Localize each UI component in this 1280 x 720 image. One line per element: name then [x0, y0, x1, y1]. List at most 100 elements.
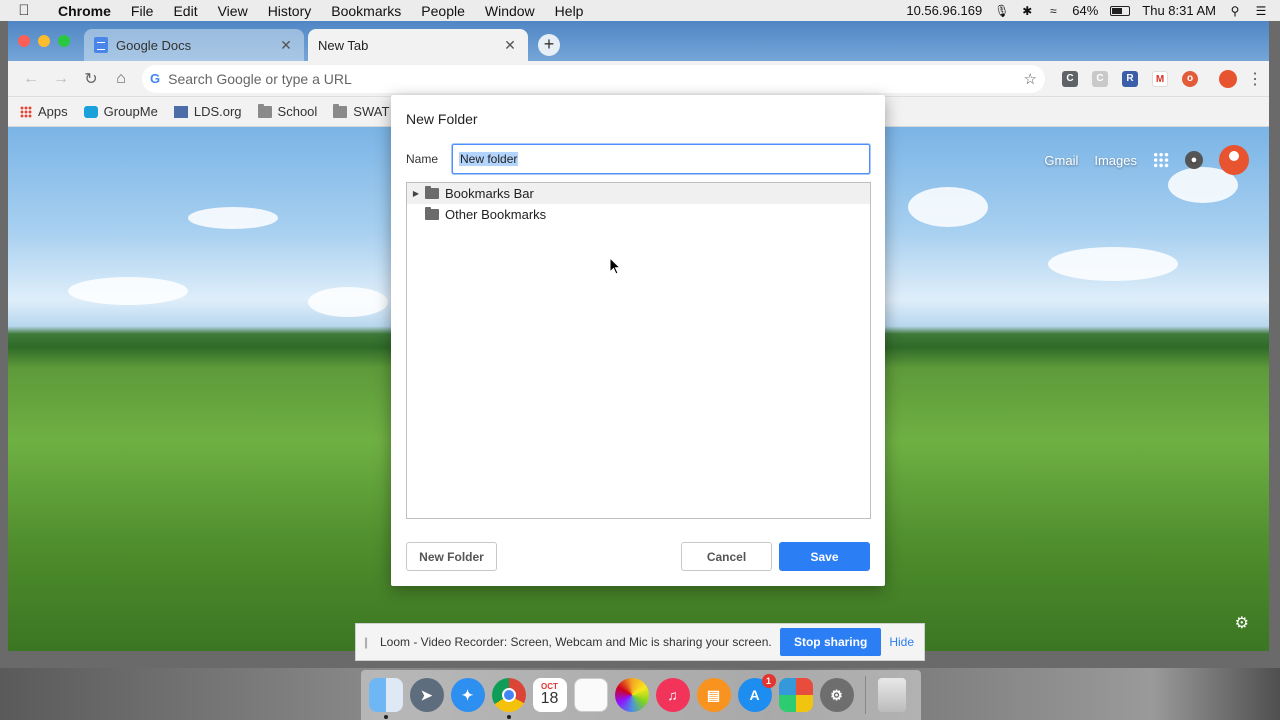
menu-people[interactable]: People [411, 3, 475, 19]
safari-icon[interactable]: ✦ [450, 678, 485, 712]
google-docs-icon [94, 37, 108, 53]
close-tab-icon[interactable]: ✕ [278, 37, 294, 54]
minimize-window-button[interactable] [38, 35, 50, 47]
bookmark-label: SWAT [353, 104, 390, 119]
ibooks-icon[interactable]: ▤ [696, 678, 731, 712]
account-avatar[interactable] [1219, 145, 1249, 175]
menu-window[interactable]: Window [475, 3, 545, 19]
tab-new-tab[interactable]: New Tab ✕ [308, 29, 528, 61]
gmail-extension-icon[interactable]: M [1152, 70, 1168, 87]
tab-strip: Google Docs ✕ New Tab ✕ + [8, 21, 1269, 61]
groupme-icon [83, 105, 98, 118]
system-preferences-icon[interactable]: ⚙ [819, 678, 854, 712]
folder-tree: ▶ Bookmarks Bar Other Bookmarks [406, 182, 871, 519]
chrome-dock-icon[interactable] [491, 678, 526, 719]
tree-item-other-bookmarks[interactable]: Other Bookmarks [407, 204, 870, 225]
bookmark-star-icon[interactable]: ☆ [1024, 70, 1037, 88]
extension-reader-icon[interactable]: R [1122, 70, 1138, 87]
save-button[interactable]: Save [779, 542, 870, 571]
battery-icon[interactable] [1110, 5, 1131, 16]
background-cloud [908, 187, 988, 227]
trash-icon[interactable] [877, 678, 906, 712]
finder-icon[interactable] [368, 678, 403, 719]
bookmark-label: School [277, 104, 318, 119]
menu-help[interactable]: Help [545, 3, 594, 19]
customize-gear-icon[interactable]: ⚙ [1235, 613, 1249, 633]
forward-icon[interactable]: → [46, 70, 76, 88]
app-store-badge: 1 [761, 674, 776, 688]
calendar-icon[interactable]: OCT 18 [532, 678, 567, 712]
battery-percent[interactable]: 64% [1072, 3, 1098, 18]
macos-dock: ➤ ✦ OCT 18 ♫ ▤ A1 ⚙ [361, 670, 921, 720]
background-cloud [1048, 247, 1178, 281]
tab-title: Google Docs [116, 37, 192, 53]
window-controls [18, 35, 70, 47]
menu-file[interactable]: File [121, 3, 164, 19]
running-indicator [506, 715, 511, 719]
menu-app-name[interactable]: Chrome [48, 3, 121, 19]
extension-c-icon[interactable]: C [1062, 70, 1078, 87]
microsoft-office-icon[interactable] [778, 678, 813, 712]
folder-icon [425, 207, 439, 220]
spotlight-search-icon[interactable]: ⚲ [1228, 4, 1242, 18]
menu-bookmarks[interactable]: Bookmarks [321, 3, 411, 19]
stop-sharing-button[interactable]: Stop sharing [779, 628, 882, 656]
new-tab-button[interactable]: + [538, 34, 560, 56]
google-header-links: Gmail Images ● [1044, 145, 1249, 175]
hide-link[interactable]: Hide [889, 635, 914, 649]
status-area: 10.56.96.169 🎙 ✱ ≈ 64% Thu 8:31 AM ⚲ ☰ [906, 3, 1280, 18]
new-folder-button[interactable]: New Folder [406, 542, 497, 571]
reload-icon[interactable]: ↻ [76, 69, 106, 89]
close-tab-icon[interactable]: ✕ [502, 37, 518, 54]
itunes-icon[interactable]: ♫ [655, 678, 690, 712]
menu-history[interactable]: History [258, 3, 322, 19]
background-cloud [188, 207, 278, 229]
bluetooth-icon[interactable]: ✱ [1020, 4, 1034, 18]
ip-address[interactable]: 10.56.96.169 [906, 3, 982, 18]
wifi-icon[interactable]: ≈ [1046, 4, 1060, 18]
gmail-link[interactable]: Gmail [1044, 153, 1078, 168]
app-store-icon[interactable]: A1 [737, 674, 776, 712]
browser-toolbar: ← → ↻ ⌂ G Search Google or type a URL ☆ … [8, 61, 1269, 97]
apple-menu-icon[interactable]:  [0, 2, 48, 19]
clock[interactable]: Thu 8:31 AM [1142, 3, 1216, 18]
close-window-button[interactable] [18, 35, 30, 47]
tab-google-docs[interactable]: Google Docs ✕ [84, 29, 304, 61]
dialog-title: New Folder [406, 111, 478, 127]
menu-edit[interactable]: Edit [163, 3, 207, 19]
bookmark-apps[interactable]: Apps [20, 104, 68, 119]
tab-title: New Tab [318, 37, 369, 53]
home-icon[interactable]: ⌂ [106, 70, 136, 88]
sharing-message: Loom - Video Recorder: Screen, Webcam an… [380, 635, 772, 649]
omnibox[interactable]: G Search Google or type a URL ☆ [142, 64, 1045, 93]
background-cloud [308, 287, 388, 317]
chrome-menu-icon[interactable]: ⋮ [1247, 69, 1263, 89]
tree-item-bookmarks-bar[interactable]: ▶ Bookmarks Bar [407, 183, 870, 204]
microphone-icon[interactable]: 🎙 [994, 4, 1009, 18]
folder-icon [425, 186, 439, 199]
photos-icon[interactable] [614, 678, 649, 712]
notification-center-icon[interactable]: ☰ [1254, 4, 1268, 18]
extension-circle-icon[interactable]: o [1182, 70, 1198, 87]
images-link[interactable]: Images [1094, 153, 1137, 168]
bookmark-swat[interactable]: SWAT [333, 103, 390, 119]
launchpad-icon[interactable]: ➤ [409, 678, 444, 712]
bookmark-school[interactable]: School [257, 103, 318, 119]
menu-view[interactable]: View [208, 3, 258, 19]
bookmark-label: LDS.org [193, 104, 242, 119]
bookmark-groupme[interactable]: GroupMe [83, 104, 158, 119]
profile-avatar[interactable] [1219, 69, 1237, 88]
tree-item-label: Other Bookmarks [445, 207, 547, 222]
drag-handle-icon[interactable]: || [356, 635, 374, 649]
cancel-button[interactable]: Cancel [681, 542, 772, 571]
google-apps-icon[interactable] [1153, 152, 1169, 168]
back-icon[interactable]: ← [16, 70, 46, 88]
tree-item-label: Bookmarks Bar [445, 186, 534, 201]
notifications-bell-icon[interactable]: ● [1185, 151, 1203, 169]
extension-grey-icon[interactable]: C [1092, 70, 1108, 87]
zoom-window-button[interactable] [58, 35, 70, 47]
expand-arrow-icon[interactable]: ▶ [407, 189, 425, 198]
bookmark-lds[interactable]: LDS.org [173, 104, 242, 119]
reminders-icon[interactable] [573, 678, 608, 712]
folder-icon [257, 103, 272, 118]
